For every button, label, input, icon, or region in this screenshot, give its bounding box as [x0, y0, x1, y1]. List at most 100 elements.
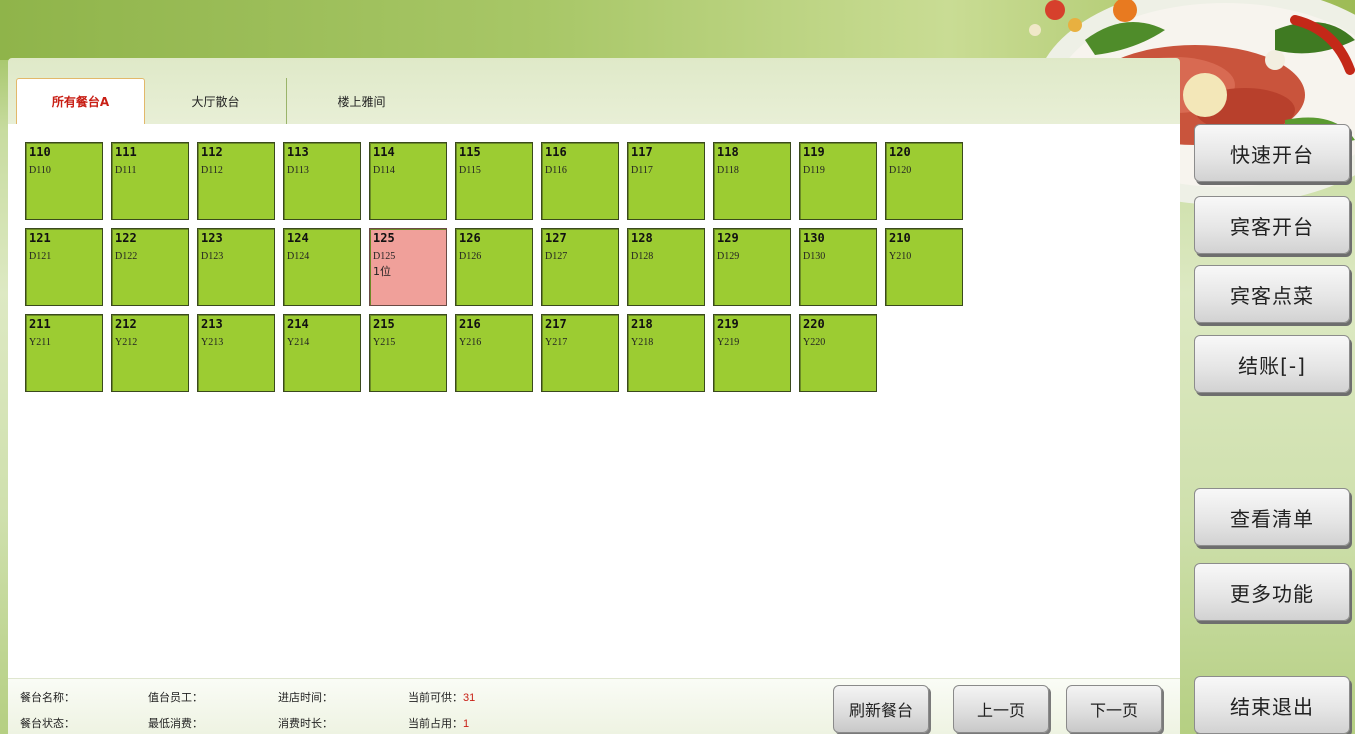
- table-tile-115[interactable]: 115 D115: [455, 142, 533, 220]
- status-bar: 餐台名称： 餐台状态： 值台员工： 最低消费： 进店时间： 消费时长： 当前可供…: [8, 678, 1180, 734]
- occupied-label: 当前占用：: [408, 717, 463, 730]
- table-tile-117[interactable]: 117 D117: [627, 142, 705, 220]
- table-code: D117: [631, 165, 653, 176]
- table-tile-111[interactable]: 111 D111: [111, 142, 189, 220]
- table-number: 211: [29, 317, 51, 331]
- table-number: 119: [803, 145, 825, 159]
- table-tile-114[interactable]: 114 D114: [369, 142, 447, 220]
- available-count: 当前可供：31: [408, 689, 475, 705]
- table-number: 210: [889, 231, 911, 245]
- table-number: 124: [287, 231, 309, 245]
- table-code: D122: [115, 251, 138, 262]
- table-number: 110: [29, 145, 51, 159]
- table-number: 218: [631, 317, 653, 331]
- next-page-button[interactable]: 下一页: [1066, 685, 1162, 733]
- table-tile-113[interactable]: 113 D113: [283, 142, 361, 220]
- table-code: Y214: [287, 337, 310, 348]
- table-tile-116[interactable]: 116 D116: [541, 142, 619, 220]
- table-number: 122: [115, 231, 137, 245]
- table-code: D114: [373, 165, 395, 176]
- table-number: 130: [803, 231, 825, 245]
- table-number: 123: [201, 231, 223, 245]
- table-code: D123: [201, 251, 224, 262]
- table-tile-126[interactable]: 126 D126: [455, 228, 533, 306]
- table-tile-218[interactable]: 218 Y218: [627, 314, 705, 392]
- guest-order-button[interactable]: 宾客点菜: [1194, 265, 1350, 323]
- prev-page-button[interactable]: 上一页: [953, 685, 1049, 733]
- table-number: 112: [201, 145, 223, 159]
- checkout-button[interactable]: 结账[-]: [1194, 335, 1350, 393]
- table-code: Y219: [717, 337, 740, 348]
- table-tile-125[interactable]: 125 D125 1位: [369, 228, 447, 306]
- table-number: 212: [115, 317, 137, 331]
- table-tile-214[interactable]: 214 Y214: [283, 314, 361, 392]
- table-number: 113: [287, 145, 309, 159]
- table-code: D110: [29, 165, 51, 176]
- table-number: 121: [29, 231, 51, 245]
- table-number: 215: [373, 317, 395, 331]
- table-code: D124: [287, 251, 310, 262]
- tab-all-tables[interactable]: 所有餐台A: [16, 78, 145, 124]
- table-tile-215[interactable]: 215 Y215: [369, 314, 447, 392]
- table-tile-127[interactable]: 127 D127: [541, 228, 619, 306]
- exit-button[interactable]: 结束退出: [1194, 676, 1350, 734]
- table-code: D129: [717, 251, 740, 262]
- tab-upstairs-rooms[interactable]: 楼上雅间: [286, 78, 436, 124]
- table-number: 219: [717, 317, 739, 331]
- available-value: 31: [463, 692, 476, 704]
- table-tile-110[interactable]: 110 D110: [25, 142, 103, 220]
- more-functions-button[interactable]: 更多功能: [1194, 563, 1350, 621]
- table-number: 126: [459, 231, 481, 245]
- table-tile-122[interactable]: 122 D122: [111, 228, 189, 306]
- table-tile-120[interactable]: 120 D120: [885, 142, 963, 220]
- tab-hall-tables[interactable]: 大厅散台: [145, 78, 286, 124]
- table-number: 116: [545, 145, 567, 159]
- table-number: 120: [889, 145, 911, 159]
- table-code: D112: [201, 165, 223, 176]
- table-tile-119[interactable]: 119 D119: [799, 142, 877, 220]
- table-tile-219[interactable]: 219 Y219: [713, 314, 791, 392]
- table-status-label: 餐台状态：: [20, 717, 75, 730]
- table-tile-217[interactable]: 217 Y217: [541, 314, 619, 392]
- table-tile-112[interactable]: 112 D112: [197, 142, 275, 220]
- table-tile-216[interactable]: 216 Y216: [455, 314, 533, 392]
- table-code: D127: [545, 251, 568, 262]
- table-tile-130[interactable]: 130 D130: [799, 228, 877, 306]
- table-tile-211[interactable]: 211 Y211: [25, 314, 103, 392]
- quick-open-button[interactable]: 快速开台: [1194, 124, 1350, 182]
- table-code: D113: [287, 165, 309, 176]
- min-spend-label: 最低消费：: [148, 717, 203, 730]
- tab-bar: 所有餐台A 大厅散台 楼上雅间: [16, 78, 436, 124]
- table-tile-212[interactable]: 212 Y212: [111, 314, 189, 392]
- table-tile-129[interactable]: 129 D129: [713, 228, 791, 306]
- refresh-tables-button[interactable]: 刷新餐台: [833, 685, 929, 733]
- table-code: D121: [29, 251, 52, 262]
- table-tile-210[interactable]: 210 Y210: [885, 228, 963, 306]
- table-tile-118[interactable]: 118 D118: [713, 142, 791, 220]
- table-code: Y211: [29, 337, 51, 348]
- table-number: 214: [287, 317, 309, 331]
- table-tile-121[interactable]: 121 D121: [25, 228, 103, 306]
- occupied-value: 1: [463, 718, 470, 730]
- table-number: 111: [115, 145, 137, 159]
- table-code: Y212: [115, 337, 138, 348]
- table-tile-123[interactable]: 123 D123: [197, 228, 275, 306]
- table-tile-213[interactable]: 213 Y213: [197, 314, 275, 392]
- table-number: 114: [373, 145, 395, 159]
- table-code: Y210: [889, 251, 912, 262]
- view-list-button[interactable]: 查看清单: [1194, 488, 1350, 546]
- table-code: Y220: [803, 337, 826, 348]
- table-tile-128[interactable]: 128 D128: [627, 228, 705, 306]
- table-code: D126: [459, 251, 482, 262]
- table-code: D119: [803, 165, 825, 176]
- table-number: 127: [545, 231, 567, 245]
- table-code: D116: [545, 165, 567, 176]
- guest-open-button[interactable]: 宾客开台: [1194, 196, 1350, 254]
- table-code: D125: [373, 251, 396, 262]
- table-code: D130: [803, 251, 826, 262]
- occupied-count: 当前占用：1: [408, 715, 469, 731]
- table-number: 216: [459, 317, 481, 331]
- duration-label: 消费时长：: [278, 717, 333, 730]
- table-tile-220[interactable]: 220 Y220: [799, 314, 877, 392]
- table-tile-124[interactable]: 124 D124: [283, 228, 361, 306]
